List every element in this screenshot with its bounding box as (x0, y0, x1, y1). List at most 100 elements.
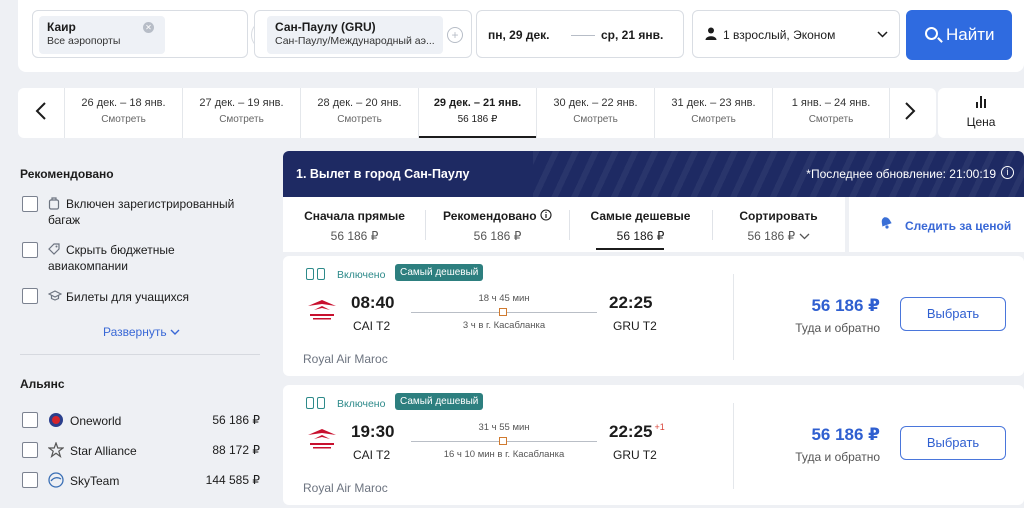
departure-airport: CAI T2 (353, 319, 391, 333)
graduation-cap-icon (48, 290, 62, 301)
baggage-icon (306, 397, 328, 411)
date-range: 29 дек. – 21 янв. (433, 97, 522, 109)
date-price: Смотреть (101, 114, 146, 125)
results-header: 1. Вылет в город Сан-Паулу *Последнее об… (283, 151, 1024, 197)
info-icon[interactable]: i (1001, 166, 1014, 179)
date-range: 26 дек. – 18 янв. (81, 97, 166, 109)
trip-type: Туда и обратно (795, 321, 880, 335)
oneworld-checkbox[interactable] (22, 412, 38, 428)
add-destination-icon[interactable]: + (447, 27, 463, 43)
trip-type: Туда и обратно (795, 450, 880, 464)
card-divider (733, 403, 734, 489)
bell-icon (881, 217, 892, 229)
sort-price: 56 186 ₽ (616, 229, 665, 243)
date-range: 1 янв. – 24 янв. (791, 97, 871, 109)
price-chart-button[interactable]: Цена (938, 88, 1024, 138)
flight-duration: 31 ч 55 мин (478, 422, 530, 433)
prev-dates-icon[interactable] (35, 101, 47, 125)
depart-date: пн, 29 дек. (488, 28, 550, 42)
cheapest-badge: Самый дешевый (395, 264, 484, 281)
search-icon (925, 27, 938, 40)
price-watch-button[interactable]: Следить за ценой (849, 197, 1024, 252)
alliance-price: 56 186 ₽ (212, 413, 260, 427)
price-label: Цена (966, 115, 996, 129)
card-divider (733, 274, 734, 360)
return-date: ср, 21 янв. (601, 28, 664, 42)
budget-airlines-checkbox[interactable] (22, 242, 38, 258)
select-flight-button[interactable]: Выбрать (900, 297, 1006, 331)
sort-price: 56 186 ₽ (473, 229, 522, 243)
alliance-name: Oneworld (70, 414, 122, 428)
sort-label: Рекомендовано (426, 209, 569, 223)
origin-airports: Все аэропорты (47, 35, 121, 47)
find-button[interactable]: Найти (906, 10, 1012, 60)
expand-label: Развернуть (103, 325, 167, 339)
date-option[interactable]: 26 дек. – 18 янв. Смотреть (64, 88, 182, 138)
date-range: 31 дек. – 23 янв. (671, 97, 756, 109)
departure-airport: CAI T2 (353, 448, 391, 462)
date-price: Смотреть (691, 114, 736, 125)
date-option[interactable]: 30 дек. – 22 янв. Смотреть (536, 88, 654, 138)
departure-time: 19:30 (351, 422, 395, 441)
date-option-selected[interactable]: 29 дек. – 21 янв. 56 186 ₽ (418, 88, 536, 138)
baggage-filter-label: Включен зарегистрированный багаж (48, 197, 235, 227)
stop-marker (499, 437, 507, 445)
arrival-airport: GRU T2 (613, 448, 657, 462)
date-carousel: 26 дек. – 18 янв. Смотреть 27 дек. – 19 … (18, 88, 936, 138)
sort-label: Сортировать (739, 209, 818, 223)
sort-cheapest[interactable]: Самые дешевые 56 186 ₽ (569, 197, 712, 252)
select-flight-button[interactable]: Выбрать (900, 426, 1006, 460)
sort-recommended[interactable]: Рекомендовано 56 186 ₽ (426, 197, 569, 252)
sort-direct-first[interactable]: Сначала прямые 56 186 ₽ (283, 197, 426, 252)
destination-field[interactable]: Сан-Паулу (GRU) Сан-Паулу/Международный … (254, 10, 472, 58)
destination-airport: Сан-Паулу/Международный аэ... (275, 35, 435, 47)
next-dates-icon[interactable] (904, 101, 916, 125)
sort-bar: Сначала прямые 56 186 ₽ Рекомендовано 56… (283, 197, 845, 252)
baggage-checkbox[interactable] (22, 196, 38, 212)
date-option[interactable]: 28 дек. – 20 янв. Смотреть (300, 88, 418, 138)
date-range: 27 дек. – 19 янв. (199, 97, 284, 109)
expand-link[interactable]: Развернуть (103, 325, 180, 339)
dates-field[interactable]: пн, 29 дек. ср, 21 янв. (476, 10, 684, 58)
sort-price: 56 186 ₽ (330, 229, 379, 243)
flight-price: 56 186 ₽ (811, 425, 880, 444)
stop-marker (499, 308, 507, 316)
sort-dropdown[interactable]: Сортировать 56 186 ₽ (712, 197, 845, 252)
date-option[interactable]: 27 дек. – 19 янв. Смотреть (182, 88, 300, 138)
skyteam-checkbox[interactable] (22, 472, 38, 488)
passengers-field[interactable]: 1 взрослый, Эконом (692, 10, 900, 58)
star-alliance-checkbox[interactable] (22, 442, 38, 458)
active-sort-indicator (596, 248, 664, 250)
royal-air-maroc-logo-icon (308, 300, 336, 320)
alliance-price: 88 172 ₽ (212, 443, 260, 457)
person-icon (705, 27, 717, 40)
date-range: 28 дек. – 20 янв. (317, 97, 402, 109)
date-range: 30 дек. – 22 янв. (553, 97, 638, 109)
sort-label: Сначала прямые (304, 209, 405, 223)
layover-info: 3 ч в г. Касабланка (462, 320, 546, 331)
royal-air-maroc-logo-icon (308, 429, 336, 449)
arrival-airport: GRU T2 (613, 319, 657, 333)
baggage-icon (306, 268, 328, 282)
results-title: 1. Вылет в город Сан-Паулу (296, 167, 470, 181)
date-option[interactable]: 31 дек. – 23 янв. Смотреть (654, 88, 772, 138)
departure-time: 08:40 (351, 293, 395, 312)
passengers-summary: 1 взрослый, Эконом (723, 28, 836, 42)
flight-card[interactable]: Включено Самый дешевый 19:30 CAI T2 31 ч… (283, 385, 1024, 505)
price-watch-label: Следить за ценой (905, 219, 1012, 233)
info-icon[interactable] (540, 209, 552, 221)
date-separator (571, 35, 595, 36)
skyteam-logo-icon (48, 472, 64, 488)
flight-card[interactable]: Включено Самый дешевый 08:40 CAI T2 18 ч… (283, 256, 1024, 376)
last-updated: *Последнее обновление: 21:00:19 (806, 167, 996, 181)
chevron-down-icon (170, 329, 180, 335)
flight-duration: 18 ч 45 мин (478, 293, 530, 304)
clear-origin-icon[interactable]: ✕ (143, 22, 154, 33)
baggage-included: Включено (337, 269, 386, 281)
student-tickets-checkbox[interactable] (22, 288, 38, 304)
layover-info: 16 ч 10 мин в г. Касабланка (443, 449, 565, 460)
date-option[interactable]: 1 янв. – 24 янв. Смотреть (772, 88, 890, 138)
origin-field[interactable]: Каир Все аэропорты ✕ (32, 10, 248, 58)
origin-city: Каир (47, 20, 76, 34)
cheapest-badge: Самый дешевый (395, 393, 484, 410)
